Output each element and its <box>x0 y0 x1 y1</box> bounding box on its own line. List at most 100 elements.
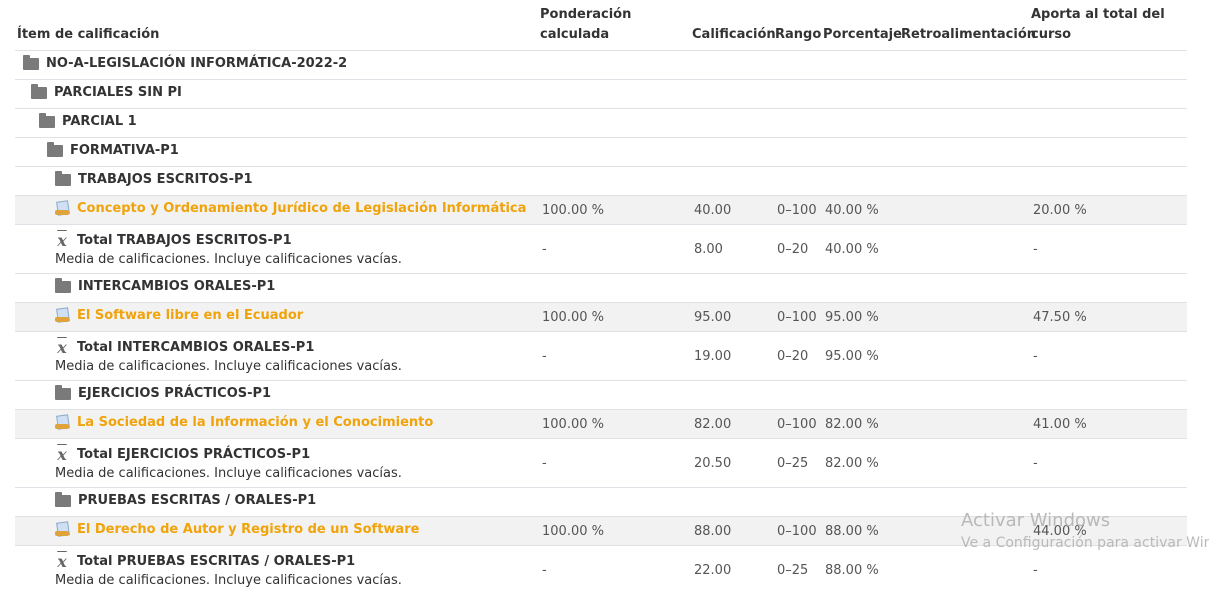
percentage-cell: 40.00 % <box>821 225 899 274</box>
folder-icon <box>47 145 63 157</box>
category-label: TRABAJOS ESCRITOS-P1 <box>78 172 253 187</box>
folder-icon <box>55 388 71 400</box>
grade-report-table: Ítem de calificación Ponderación calcula… <box>15 0 1187 594</box>
weight-cell: - <box>538 332 690 381</box>
contribution-cell: - <box>1029 225 1187 274</box>
total-description: Media de calificaciones. Incluye calific… <box>55 466 538 481</box>
grade-item-row: Concepto y Ordenamiento Jurídico de Legi… <box>15 196 1187 225</box>
grade-item-name: El Software libre en el Ecuador <box>77 308 303 323</box>
contribution-cell: 47.50 % <box>1029 303 1187 332</box>
weight-cell: - <box>538 439 690 488</box>
feedback-cell <box>899 546 1029 594</box>
percentage-cell: 95.00 % <box>821 303 899 332</box>
range-cell: 0–25 <box>773 439 821 488</box>
weight-cell: 100.00 % <box>538 410 690 439</box>
header-percentage: Porcentaje <box>821 0 899 51</box>
contribution-cell: - <box>1029 332 1187 381</box>
assignment-icon <box>55 415 69 429</box>
feedback-cell <box>899 303 1029 332</box>
range-cell: 0–100 <box>773 303 821 332</box>
total-name: Total TRABAJOS ESCRITOS-P1 <box>77 233 292 248</box>
folder-icon <box>23 58 39 70</box>
weight-cell: 100.00 % <box>538 303 690 332</box>
total-name: Total PRUEBAS ESCRITAS / ORALES-P1 <box>77 554 355 569</box>
assignment-icon <box>55 308 69 322</box>
range-cell: 0–100 <box>773 196 821 225</box>
category-label: EJERCICIOS PRÁCTICOS-P1 <box>78 386 271 401</box>
grade-item-row: La Sociedad de la Información y el Conoc… <box>15 410 1187 439</box>
percentage-cell: 82.00 % <box>821 410 899 439</box>
percentage-cell: 40.00 % <box>821 196 899 225</box>
grade-cell: 88.00 <box>690 517 773 546</box>
percentage-cell: 88.00 % <box>821 517 899 546</box>
contribution-cell: - <box>1029 546 1187 594</box>
folder-icon <box>55 495 71 507</box>
category-row-parcial1: PARCIAL 1 <box>15 109 1187 138</box>
range-cell: 0–25 <box>773 546 821 594</box>
header-item: Ítem de calificación <box>15 0 538 51</box>
grade-cell: 19.00 <box>690 332 773 381</box>
course-category-label: NO-A-LEGISLACIÓN INFORMÁTICA-2022-2 <box>46 56 347 71</box>
watermark-subtitle: Ve a Configuración para activar Windows. <box>961 536 1209 550</box>
folder-icon <box>55 174 71 186</box>
watermark-title: Activar Windows <box>961 512 1209 530</box>
contribution-cell: - <box>1029 439 1187 488</box>
grade-cell: 20.50 <box>690 439 773 488</box>
range-cell: 0–100 <box>773 410 821 439</box>
weight-cell: - <box>538 225 690 274</box>
header-weight: Ponderación calculada <box>538 0 690 51</box>
mean-icon: x <box>55 552 69 571</box>
grade-cell: 95.00 <box>690 303 773 332</box>
mean-icon: x <box>55 231 69 250</box>
percentage-cell: 82.00 % <box>821 439 899 488</box>
mean-icon: x <box>55 338 69 357</box>
header-grade: Calificación <box>690 0 773 51</box>
feedback-cell <box>899 332 1029 381</box>
total-name: Total EJERCICIOS PRÁCTICOS-P1 <box>77 447 310 462</box>
contribution-cell: 41.00 % <box>1029 410 1187 439</box>
grade-cell: 22.00 <box>690 546 773 594</box>
category-total-row: xTotal PRUEBAS ESCRITAS / ORALES-P1 Medi… <box>15 546 1187 594</box>
category-label: PARCIAL 1 <box>62 114 137 129</box>
category-total-row: x Total INTERCAMBIOS ORALES-P1 Media de c… <box>15 332 1187 381</box>
range-cell: 0–20 <box>773 225 821 274</box>
mean-icon: x <box>55 445 69 464</box>
grade-item-name: La Sociedad de la Información y el Conoc… <box>77 415 433 430</box>
grade-cell: 8.00 <box>690 225 773 274</box>
grade-cell: 40.00 <box>690 196 773 225</box>
category-row: TRABAJOS ESCRITOS-P1 <box>15 167 1187 196</box>
contribution-cell: 20.00 % <box>1029 196 1187 225</box>
header-contribution: Aporta al total del curso <box>1029 0 1187 51</box>
header-row: Ítem de calificación Ponderación calcula… <box>15 0 1187 51</box>
category-label: PRUEBAS ESCRITAS / ORALES-P1 <box>78 493 316 508</box>
grade-item-row: El Software libre en el Ecuador 100.00 %… <box>15 303 1187 332</box>
category-row-parciales: PARCIALES SIN PI <box>15 80 1187 109</box>
category-total-row: x Total TRABAJOS ESCRITOS-P1 Media de cal… <box>15 225 1187 274</box>
percentage-cell: 95.00 % <box>821 332 899 381</box>
category-row-course: NO-A-LEGISLACIÓN INFORMÁTICA-2022-2 <box>15 51 1187 80</box>
category-label: INTERCAMBIOS ORALES-P1 <box>78 279 275 294</box>
range-cell: 0–20 <box>773 332 821 381</box>
category-row-formativa: FORMATIVA-P1 <box>15 138 1187 167</box>
total-description: Media de calificaciones. Incluye calific… <box>55 252 538 267</box>
category-label: PARCIALES SIN PI <box>54 85 182 100</box>
grade-item-link[interactable]: El Derecho de Autor y Registro de un Sof… <box>55 522 419 537</box>
folder-icon <box>39 116 55 128</box>
range-cell: 0–100 <box>773 517 821 546</box>
grade-cell: 82.00 <box>690 410 773 439</box>
total-name: Total INTERCAMBIOS ORALES-P1 <box>77 340 314 355</box>
grade-item-link[interactable]: La Sociedad de la Información y el Conoc… <box>55 415 433 430</box>
header-feedback: Retroalimentación <box>899 0 1029 51</box>
total-description: Media de calificaciones. Incluye calific… <box>55 359 538 374</box>
category-row: INTERCAMBIOS ORALES-P1 <box>15 274 1187 303</box>
grade-item-link[interactable]: El Software libre en el Ecuador <box>55 308 303 323</box>
weight-cell: - <box>538 546 690 594</box>
folder-icon <box>55 281 71 293</box>
category-label: FORMATIVA-P1 <box>70 143 179 158</box>
grade-item-name: Concepto y Ordenamiento Jurídico de Legi… <box>77 201 526 216</box>
grade-item-name: El Derecho de Autor y Registro de un Sof… <box>77 522 419 537</box>
feedback-cell <box>899 225 1029 274</box>
folder-icon <box>31 87 47 99</box>
weight-cell: 100.00 % <box>538 517 690 546</box>
grade-item-link[interactable]: Concepto y Ordenamiento Jurídico de Legi… <box>55 201 526 216</box>
